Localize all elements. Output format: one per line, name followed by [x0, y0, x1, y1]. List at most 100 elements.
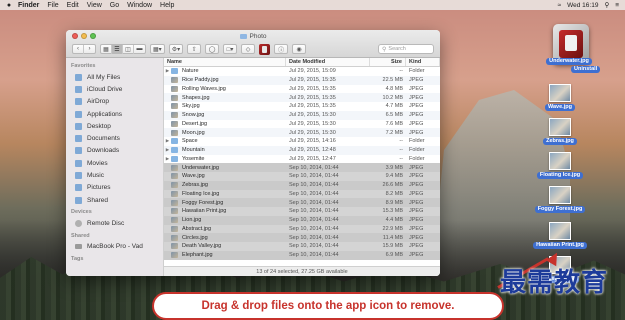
file-row[interactable]: Snow.jpg Jul 29, 2015, 15:30 6.5 MB JPEG: [164, 110, 440, 120]
finder-window: Photo ‹ › ▦ ☰ ◫ ▬ ▦▾ ⚙▾ ⇧ ◯ □▾ ◇ ⓘ ◉ ⚲ S…: [66, 30, 440, 276]
menu-clock[interactable]: Wed 16:19: [567, 2, 598, 9]
file-kind: JPEG: [409, 234, 424, 241]
file-date: Sep 10, 2014, 01:44: [289, 243, 339, 250]
file-row[interactable]: Desert.jpg Jul 29, 2015, 15:30 7.6 MB JPEG: [164, 120, 440, 129]
desktop-file-icon[interactable]: Floating Ice.jpg: [528, 152, 592, 179]
menu-help[interactable]: Help: [160, 2, 174, 9]
menu-list-icon[interactable]: ≡: [615, 2, 619, 9]
forward-button[interactable]: ›: [84, 45, 95, 54]
info-button[interactable]: ⓘ: [274, 44, 289, 54]
file-row[interactable]: Rolling Waves.jpg Jul 29, 2015, 15:35 4.8 …: [164, 85, 440, 94]
file-date: Sep 10, 2014, 01:44: [289, 182, 339, 189]
file-row[interactable]: Moon.jpg Jul 29, 2015, 15:30 7.2 MB JPEG: [164, 128, 440, 137]
column-view-icon[interactable]: ◫: [123, 44, 134, 54]
menu-view[interactable]: View: [87, 2, 102, 9]
file-name-cell: Shapes.jpg: [164, 94, 286, 101]
file-row[interactable]: ▶ Mountain Jul 29, 2015, 12:48 -- Folder: [164, 145, 440, 155]
menu-file[interactable]: File: [47, 2, 58, 9]
jpeg-file-icon: [171, 234, 178, 241]
column-date-modified[interactable]: Date Modified: [286, 58, 370, 66]
file-size: 15.3 MB: [382, 208, 403, 215]
file-kind: JPEG: [409, 120, 424, 127]
sidebar-item-music[interactable]: Music: [66, 169, 163, 181]
uninstaller-app-icon[interactable]: [259, 43, 271, 55]
action-gear-button[interactable]: ⚙▾: [168, 44, 184, 54]
file-name-cell: Underwater.jpg: [164, 164, 286, 171]
sidebar-item-movies[interactable]: Movies: [66, 157, 163, 169]
sidebar-item-macbook[interactable]: MacBook Pro - Vad: [66, 241, 163, 253]
file-name: Abstract.jpg: [182, 225, 212, 232]
desktop-file-icon[interactable]: Hawaiian Print.jpg: [528, 222, 592, 249]
back-button[interactable]: ‹: [73, 44, 84, 54]
file-row[interactable]: ▶ Nature Jul 29, 2015, 15:09 -- Folder: [164, 67, 440, 76]
quicklook-eye-icon[interactable]: ◉: [292, 44, 307, 54]
search-field[interactable]: ⚲ Search: [378, 44, 434, 54]
tag-button[interactable]: ◯: [205, 44, 220, 54]
menu-window[interactable]: Window: [127, 2, 152, 9]
sidebar-devices-header: Devices: [71, 209, 92, 216]
file-row[interactable]: Underwater.jpg Sep 10, 2014, 01:44 3.9 MB J…: [164, 163, 440, 172]
menu-finder[interactable]: Finder: [18, 2, 39, 9]
file-name: Nature: [182, 68, 199, 75]
file-row[interactable]: Lion.jpg Sep 10, 2014, 01:44 4.4 MB JPEG: [164, 215, 440, 225]
sidebar-item-pictures[interactable]: Pictures: [66, 182, 163, 194]
list-view-icon[interactable]: ☰: [112, 44, 123, 54]
disclosure-triangle-icon[interactable]: ▶: [164, 138, 171, 144]
icon-view-icon[interactable]: ▦: [101, 44, 112, 54]
sidebar-shared-header: Shared: [71, 232, 90, 239]
file-row[interactable]: Abstract.jpg Sep 10, 2014, 01:44 22.9 MB JP…: [164, 224, 440, 234]
disclosure-triangle-icon[interactable]: ▶: [164, 68, 171, 74]
window-titlebar[interactable]: Photo ‹ › ▦ ☰ ◫ ▬ ▦▾ ⚙▾ ⇧ ◯ □▾ ◇ ⓘ ◉ ⚲ S…: [66, 30, 440, 58]
desktop-file-icon[interactable]: Foggy Forest.jpg: [528, 186, 592, 213]
share-button[interactable]: ⇧: [187, 44, 202, 54]
music-icon: [75, 172, 82, 180]
sidebar-item-desktop[interactable]: Desktop: [66, 120, 163, 132]
file-size: --: [399, 155, 403, 162]
spotlight-icon[interactable]: ⚲: [604, 1, 609, 9]
file-row[interactable]: Hawaiian Print.jpg Sep 10, 2014, 01:44 15.…: [164, 207, 440, 216]
dropbox-button[interactable]: ◇: [241, 44, 256, 54]
sidebar-item-downloads[interactable]: Downloads: [66, 145, 163, 157]
menu-edit[interactable]: Edit: [67, 2, 79, 9]
file-date: Jul 29, 2015, 15:30: [289, 129, 336, 136]
file-row[interactable]: ▶ Yosemite Jul 29, 2015, 12:47 -- Folder: [164, 155, 440, 164]
file-row[interactable]: ▶ Space Jul 29, 2015, 14:16 -- Folder: [164, 137, 440, 146]
documents-icon: [75, 135, 82, 143]
file-date: Sep 10, 2014, 01:44: [289, 234, 339, 241]
file-size: 4.4 MB: [385, 217, 403, 224]
folder-button[interactable]: □▾: [223, 44, 238, 54]
column-size[interactable]: Size: [370, 58, 406, 66]
file-row[interactable]: Floating Ice.jpg Sep 10, 2014, 01:44 8.2 M…: [164, 189, 440, 199]
file-row[interactable]: Elephant.jpg Sep 10, 2014, 01:44 6.9 MB JPE…: [164, 250, 440, 260]
sidebar-item-icloud-drive[interactable]: iCloud Drive: [66, 83, 163, 95]
desktop-file-icon[interactable]: Wave.jpg: [528, 84, 592, 111]
sidebar-item-remote-disc[interactable]: Remote Disc: [66, 217, 163, 229]
file-row[interactable]: Rice Paddy.jpg Jul 29, 2015, 15:35 22.5 MB…: [164, 75, 440, 85]
file-row[interactable]: Sky.jpg Jul 29, 2015, 15:35 4.7 MB JPEG: [164, 102, 440, 111]
file-row[interactable]: Death Valley.jpg Sep 10, 2014, 01:44 15.9 …: [164, 242, 440, 251]
arrange-button[interactable]: ▦▾: [150, 44, 165, 54]
file-row[interactable]: Foggy Forest.jpg Sep 10, 2014, 01:44 8.9 M…: [164, 198, 440, 207]
apple-menu-icon[interactable]: ●: [4, 2, 14, 9]
file-row[interactable]: Circles.jpg Sep 10, 2014, 01:44 11.4 MB JPE…: [164, 233, 440, 242]
file-name-cell: Death Valley.jpg: [164, 243, 286, 250]
disclosure-triangle-icon[interactable]: ▶: [164, 156, 171, 162]
sidebar-item-documents[interactable]: Documents: [66, 132, 163, 144]
file-row[interactable]: Zebras.jpg Sep 10, 2014, 01:44 26.6 MB JPEG: [164, 180, 440, 190]
jpeg-file-icon: [171, 85, 178, 92]
menu-go[interactable]: Go: [110, 2, 119, 9]
column-kind[interactable]: Kind: [406, 58, 440, 66]
cover-flow-icon[interactable]: ▬: [134, 45, 145, 54]
disclosure-triangle-icon[interactable]: ▶: [164, 147, 171, 153]
file-row[interactable]: Wave.jpg Sep 10, 2014, 01:44 9.4 MB JPEG: [164, 172, 440, 181]
column-name[interactable]: Name: [164, 58, 286, 66]
sidebar-item-applications[interactable]: Applications: [66, 108, 163, 120]
file-name: Moon.jpg: [182, 129, 205, 136]
desktop-file-icon[interactable]: Zebras.jpg: [528, 118, 592, 145]
sidebar-item-all-my-files[interactable]: All My Files: [66, 71, 163, 83]
file-row[interactable]: Shapes.jpg Jul 29, 2015, 15:35 10.2 MB JPEG: [164, 93, 440, 102]
sidebar-item-shared[interactable]: Shared: [66, 194, 163, 206]
wifi-icon[interactable]: ≈: [558, 2, 562, 9]
sidebar-item-airdrop[interactable]: AirDrop: [66, 96, 163, 108]
jpeg-file-icon: [171, 217, 178, 224]
